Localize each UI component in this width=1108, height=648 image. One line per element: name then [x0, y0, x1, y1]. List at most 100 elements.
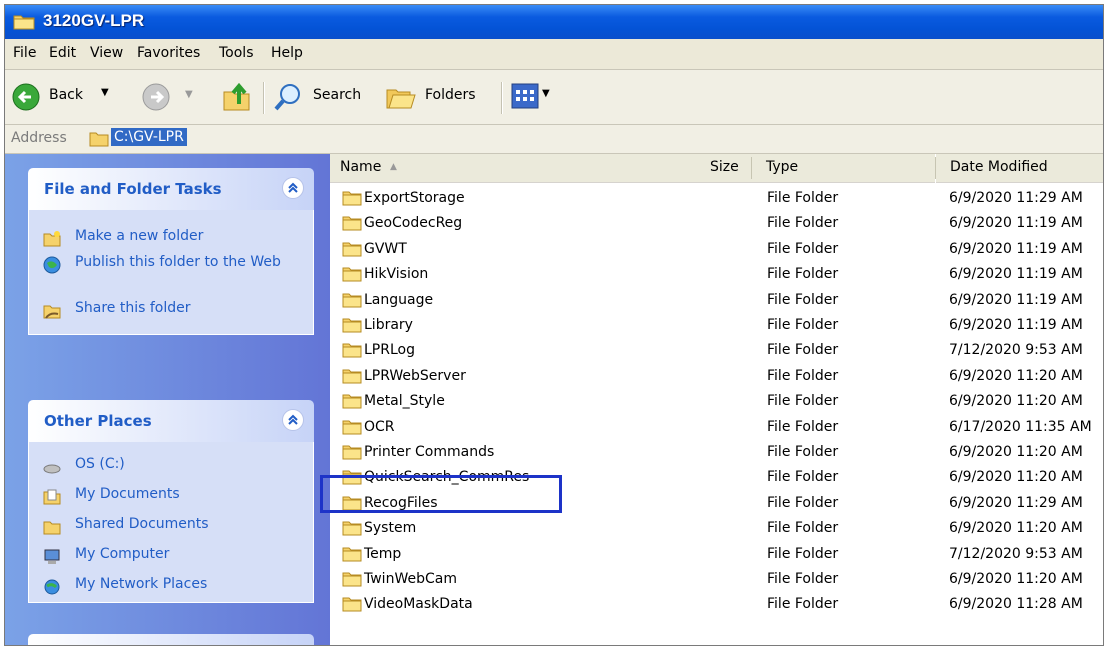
folder-icon: [342, 369, 362, 384]
place-shared-documents-label: Shared Documents: [75, 516, 209, 532]
file-name: GeoCodecReg: [364, 215, 463, 232]
file-date-modified: 6/9/2020 11:29 AM: [949, 190, 1083, 206]
menu-view[interactable]: View: [90, 45, 123, 61]
file-type: File Folder: [767, 215, 839, 232]
menu-favorites[interactable]: Favorites: [137, 45, 200, 61]
file-date-modified: 6/9/2020 11:19 AM: [949, 266, 1083, 283]
column-name-header[interactable]: Name ▲ Size: [330, 154, 752, 183]
views-button[interactable]: ▼: [511, 81, 557, 113]
publish-web-icon: [43, 256, 61, 274]
toolbar: Back ▼ ▼ Search Folders ▼: [5, 70, 1103, 125]
file-name: Language: [364, 291, 434, 308]
file-name: ExportStorage: [364, 190, 465, 206]
highlight-box: [320, 475, 562, 513]
file-row[interactable]: LPRWebServer File Folder 6/9/2020 11:20 AM: [330, 364, 1103, 390]
forward-button[interactable]: ▼: [141, 80, 201, 114]
share-folder-icon: [43, 305, 61, 319]
file-type: File Folder: [767, 469, 839, 486]
file-row[interactable]: GVWT File Folder 6/9/2020 11:19 AM: [330, 237, 1103, 263]
my-computer-icon: [44, 549, 60, 564]
file-name: Library: [364, 317, 413, 333]
file-date-modified: 6/17/2020 11:35 AM: [949, 418, 1092, 435]
folder-icon: [342, 547, 362, 562]
file-row[interactable]: OCR File Folder 6/17/2020 11:35 AM: [330, 415, 1103, 441]
collapse-chevron-icon[interactable]: [282, 409, 304, 431]
folder-icon: [342, 293, 362, 308]
file-type: File Folder: [767, 291, 839, 308]
other-places-header[interactable]: Other Places: [28, 400, 314, 442]
other-places-title: Other Places: [44, 412, 152, 430]
place-my-documents-label: My Documents: [75, 486, 180, 502]
file-type: File Folder: [767, 418, 839, 435]
file-date-modified: 6/9/2020 11:20 AM: [949, 571, 1083, 587]
file-row[interactable]: Language File Folder 6/9/2020 11:19 AM: [330, 288, 1103, 314]
up-folder-button[interactable]: [221, 80, 255, 114]
details-header[interactable]: [28, 634, 314, 645]
file-name: Printer Commands: [364, 444, 495, 460]
back-button[interactable]: Back ▼: [11, 80, 123, 114]
folder-icon: [342, 267, 362, 282]
folder-icon: [342, 216, 362, 231]
file-row[interactable]: Metal_Style File Folder 6/9/2020 11:20 AM: [330, 389, 1103, 415]
search-label: Search: [313, 87, 362, 103]
file-name: OCR: [364, 418, 395, 435]
column-name-label: Name: [340, 159, 382, 175]
file-type: File Folder: [767, 571, 839, 587]
share-folder-label: Share this folder: [75, 300, 191, 316]
forward-dropdown-icon[interactable]: ▼: [185, 89, 193, 100]
file-type: File Folder: [767, 190, 839, 206]
file-type: File Folder: [767, 444, 839, 460]
folder-icon: [342, 445, 362, 460]
folder-icon: [342, 394, 362, 409]
file-date-modified: 6/9/2020 11:19 AM: [949, 215, 1083, 232]
file-row[interactable]: Temp File Folder 7/12/2020 9:53 AM: [330, 542, 1103, 568]
file-name: GVWT: [364, 240, 407, 257]
file-date-modified: 6/9/2020 11:20 AM: [949, 520, 1083, 537]
file-row[interactable]: VideoMaskData File Folder 6/9/2020 11:28 A…: [330, 592, 1103, 618]
file-row[interactable]: GeoCodecReg File Folder 6/9/2020 11:19 AM: [330, 211, 1103, 237]
menu-edit[interactable]: Edit: [49, 45, 76, 61]
file-row[interactable]: Printer Commands File Folder 6/9/2020 11:2…: [330, 440, 1103, 466]
file-type: File Folder: [767, 494, 839, 511]
file-type: File Folder: [767, 545, 839, 562]
file-date-modified: 6/9/2020 11:19 AM: [949, 317, 1083, 333]
search-icon: [274, 84, 300, 111]
folders-button[interactable]: Folders: [385, 80, 491, 114]
search-button[interactable]: Search: [273, 80, 369, 114]
file-folder-tasks-title: File and Folder Tasks: [44, 180, 222, 198]
file-date-modified: 6/9/2020 11:20 AM: [949, 469, 1083, 486]
menu-tools[interactable]: Tools: [219, 45, 254, 61]
column-type-label: Type: [766, 159, 799, 175]
title-bar[interactable]: 3120GV-LPR: [5, 5, 1103, 39]
address-folder-icon: [89, 132, 109, 147]
file-row[interactable]: TwinWebCam File Folder 6/9/2020 11:20 AM: [330, 567, 1103, 593]
views-dropdown-icon[interactable]: ▼: [542, 88, 550, 99]
file-date-modified: 6/9/2020 11:20 AM: [949, 367, 1083, 384]
column-type-header[interactable]: Type: [752, 154, 935, 183]
column-size-label[interactable]: Size: [710, 159, 739, 175]
my-documents-icon: [43, 489, 61, 505]
up-folder-icon: [223, 82, 250, 111]
folder-icon: [342, 343, 362, 358]
file-row[interactable]: Library File Folder 6/9/2020 11:19 AM: [330, 313, 1103, 339]
file-folder-tasks-header[interactable]: File and Folder Tasks: [28, 168, 314, 210]
file-type: File Folder: [767, 520, 839, 537]
file-row[interactable]: LPRLog File Folder 7/12/2020 9:53 AM: [330, 338, 1103, 364]
folder-icon: [342, 521, 362, 536]
file-date-modified: 6/9/2020 11:19 AM: [949, 291, 1083, 308]
make-new-folder-label: Make a new folder: [75, 228, 204, 244]
file-row[interactable]: HikVision File Folder 6/9/2020 11:19 AM: [330, 262, 1103, 288]
address-input[interactable]: C:\GV-LPR: [111, 128, 187, 146]
file-type: File Folder: [767, 342, 839, 359]
menu-help[interactable]: Help: [271, 45, 303, 61]
file-name: Temp: [364, 545, 402, 562]
new-folder-icon: [43, 231, 61, 247]
column-date-header[interactable]: Date Modified: [936, 154, 1103, 183]
back-dropdown-icon[interactable]: ▼: [101, 87, 109, 98]
back-label: Back: [49, 87, 83, 103]
collapse-chevron-icon[interactable]: [282, 177, 304, 199]
file-row[interactable]: ExportStorage File Folder 6/9/2020 11:29 A…: [330, 186, 1103, 212]
file-row[interactable]: System File Folder 6/9/2020 11:20 AM: [330, 516, 1103, 542]
file-name: TwinWebCam: [364, 571, 457, 587]
menu-file[interactable]: File: [13, 45, 36, 61]
